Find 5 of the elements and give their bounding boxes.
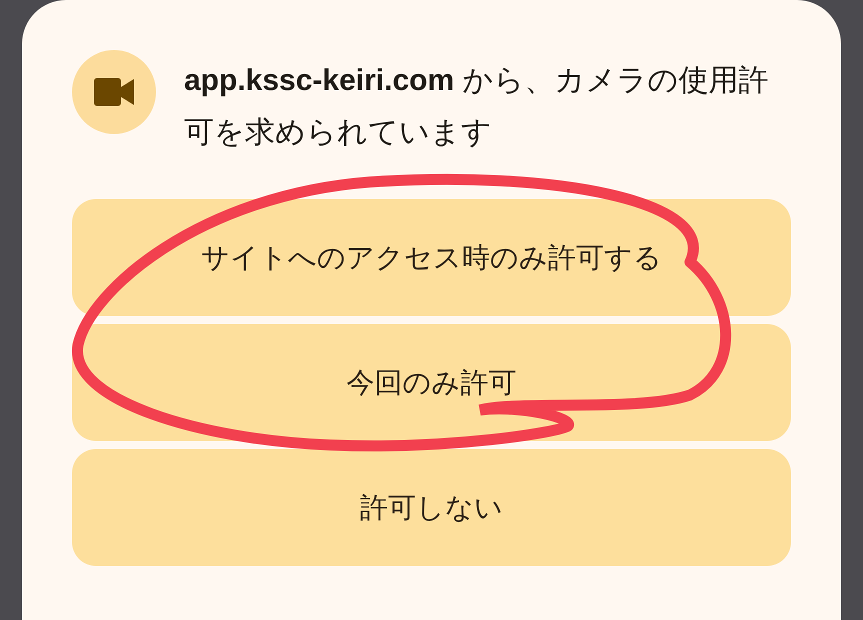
dialog-button[interactable]: サイトへのアクセス時のみ許可する: [72, 199, 791, 316]
dialog-title: app.kssc-keiri.com から、カメラの使用許可を求められています: [184, 63, 770, 151]
dialog-button[interactable]: 今回のみ許可: [72, 324, 791, 441]
video-camera-icon: [94, 78, 134, 106]
dialog-button[interactable]: 許可しない: [72, 449, 791, 566]
